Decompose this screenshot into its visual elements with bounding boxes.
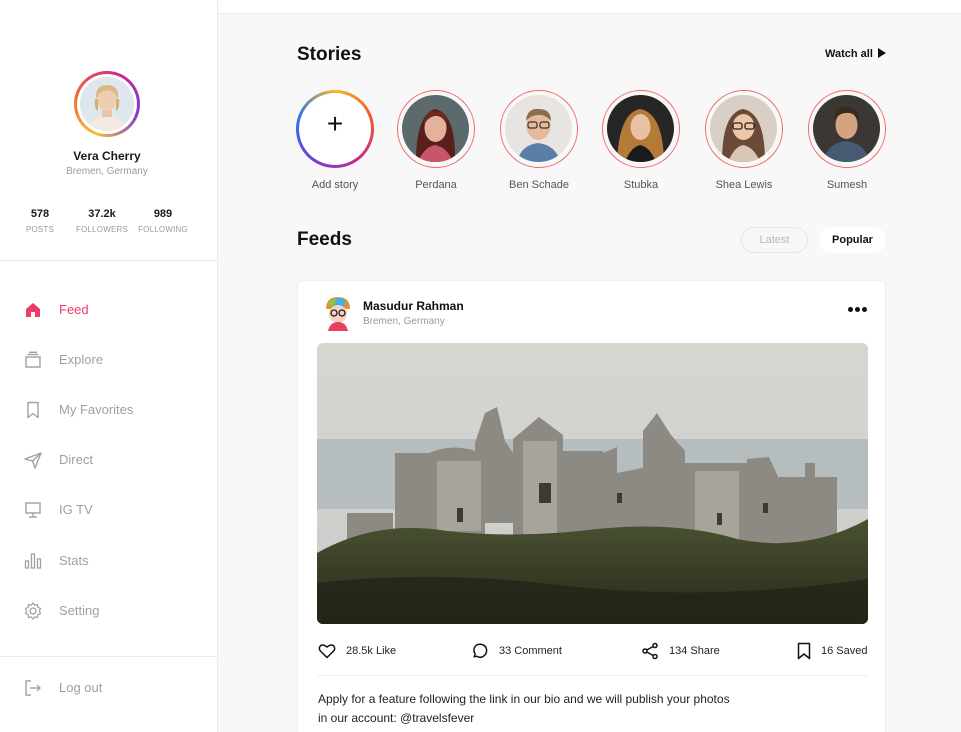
comment-button[interactable]: 33 Comment	[471, 641, 581, 661]
heart-icon	[318, 644, 336, 659]
stat-followers[interactable]: 37.2k FOLLOWERS	[72, 208, 132, 234]
explore-icon	[25, 351, 41, 368]
bar-chart-icon	[24, 553, 42, 569]
share-icon	[642, 642, 658, 660]
story-item[interactable]: Shea Lewis	[699, 90, 789, 195]
post-location: Bremen, Germany	[363, 316, 445, 327]
story-item[interactable]: Sumesh	[802, 90, 892, 195]
share-button[interactable]: 134 Share	[641, 641, 741, 661]
caption-line: in our account: @travelsfever	[318, 711, 475, 725]
post-card: Masudur Rahman Bremen, Germany 28.5k Lik…	[297, 280, 886, 732]
save-button[interactable]: 16 Saved	[795, 641, 875, 661]
sidebar-item-setting[interactable]: Setting	[0, 591, 217, 631]
sidebar-item-feed[interactable]: Feed	[0, 290, 217, 330]
story-name: Sumesh	[826, 179, 868, 191]
more-options-icon[interactable]	[846, 301, 870, 317]
post-caption: Apply for a feature following the link i…	[318, 690, 798, 728]
comment-count: 33 Comment	[499, 645, 562, 657]
save-count: 16 Saved	[821, 645, 868, 657]
home-icon	[26, 303, 40, 317]
story-name: Stubka	[623, 179, 659, 191]
profile-card: Vera Cherry Bremen, Germany 578 POSTS 37…	[0, 0, 218, 261]
stat-posts[interactable]: 578 POSTS	[22, 208, 58, 234]
story-avatar	[505, 95, 572, 162]
stat-value: 37.2k	[88, 208, 116, 220]
story-avatar	[607, 95, 674, 162]
comment-icon	[473, 643, 488, 659]
logout-icon	[25, 680, 41, 696]
story-item[interactable]: Perdana	[391, 90, 481, 195]
bookmark-icon	[27, 401, 39, 419]
story-name: Shea Lewis	[715, 179, 773, 191]
stat-value: 989	[153, 208, 173, 220]
top-bar	[218, 0, 961, 14]
sidebar-item-label: Direct	[59, 452, 93, 467]
add-story-button[interactable]: + Add story	[290, 90, 380, 195]
stat-label: POSTS	[25, 225, 55, 234]
play-icon	[877, 48, 886, 58]
gear-icon	[24, 602, 42, 620]
sidebar-item-label: IG TV	[59, 502, 93, 517]
sidebar-item-stats[interactable]: Stats	[0, 541, 217, 581]
watch-all-label: Watch all	[825, 48, 873, 60]
author-avatar[interactable]	[322, 295, 354, 331]
sidebar-item-favorites[interactable]: My Favorites	[0, 390, 217, 430]
sidebar-divider	[0, 656, 217, 657]
stat-label: FOLLOWING	[138, 225, 188, 234]
tab-popular[interactable]: Popular	[819, 227, 886, 253]
story-label: Add story	[311, 179, 359, 191]
send-icon	[24, 452, 42, 469]
logout-label: Log out	[59, 680, 103, 695]
stat-value: 578	[30, 208, 50, 220]
story-avatar	[710, 95, 777, 162]
story-avatar	[402, 95, 469, 162]
share-count: 134 Share	[669, 645, 720, 657]
feeds-title: Feeds	[297, 229, 352, 250]
sidebar-item-label: Setting	[59, 603, 100, 618]
profile-avatar[interactable]	[74, 71, 140, 137]
bookmark-icon	[797, 642, 811, 660]
like-button[interactable]: 28.5k Like	[318, 641, 418, 661]
sidebar-item-label: My Favorites	[59, 402, 134, 417]
stat-label: FOLLOWERS	[75, 225, 129, 234]
sidebar-item-explore[interactable]: Explore	[0, 340, 217, 380]
tv-icon	[25, 502, 41, 518]
profile-location: Bremen, Germany	[66, 166, 148, 177]
sidebar-item-igtv[interactable]: IG TV	[0, 490, 217, 530]
like-count: 28.5k Like	[346, 645, 397, 657]
post-image[interactable]	[317, 343, 868, 624]
story-avatar	[813, 95, 880, 162]
sidebar-item-label: Stats	[59, 553, 89, 568]
sidebar-item-label: Explore	[59, 352, 104, 367]
logout-button[interactable]: Log out	[0, 668, 217, 708]
sidebar-item-label: Feed	[59, 302, 89, 317]
profile-name: Vera Cherry	[73, 149, 141, 163]
stories-title: Stories	[297, 44, 362, 65]
stat-following[interactable]: 989 FOLLOWING	[136, 208, 190, 234]
story-item[interactable]: Stubka	[596, 90, 686, 195]
story-item[interactable]: Ben Schade	[494, 90, 584, 195]
post-author[interactable]: Masudur Rahman	[363, 299, 464, 313]
watch-all-button[interactable]: Watch all	[825, 48, 886, 60]
sidebar-item-direct[interactable]: Direct	[0, 440, 217, 480]
tab-latest[interactable]: Latest	[741, 227, 808, 253]
story-name: Perdana	[415, 179, 457, 191]
post-divider	[317, 675, 868, 676]
story-name: Ben Schade	[509, 179, 569, 191]
caption-line: Apply for a feature following the link i…	[318, 692, 730, 706]
plus-icon: +	[326, 108, 344, 139]
sidebar: Vera Cherry Bremen, Germany 578 POSTS 37…	[0, 0, 218, 732]
